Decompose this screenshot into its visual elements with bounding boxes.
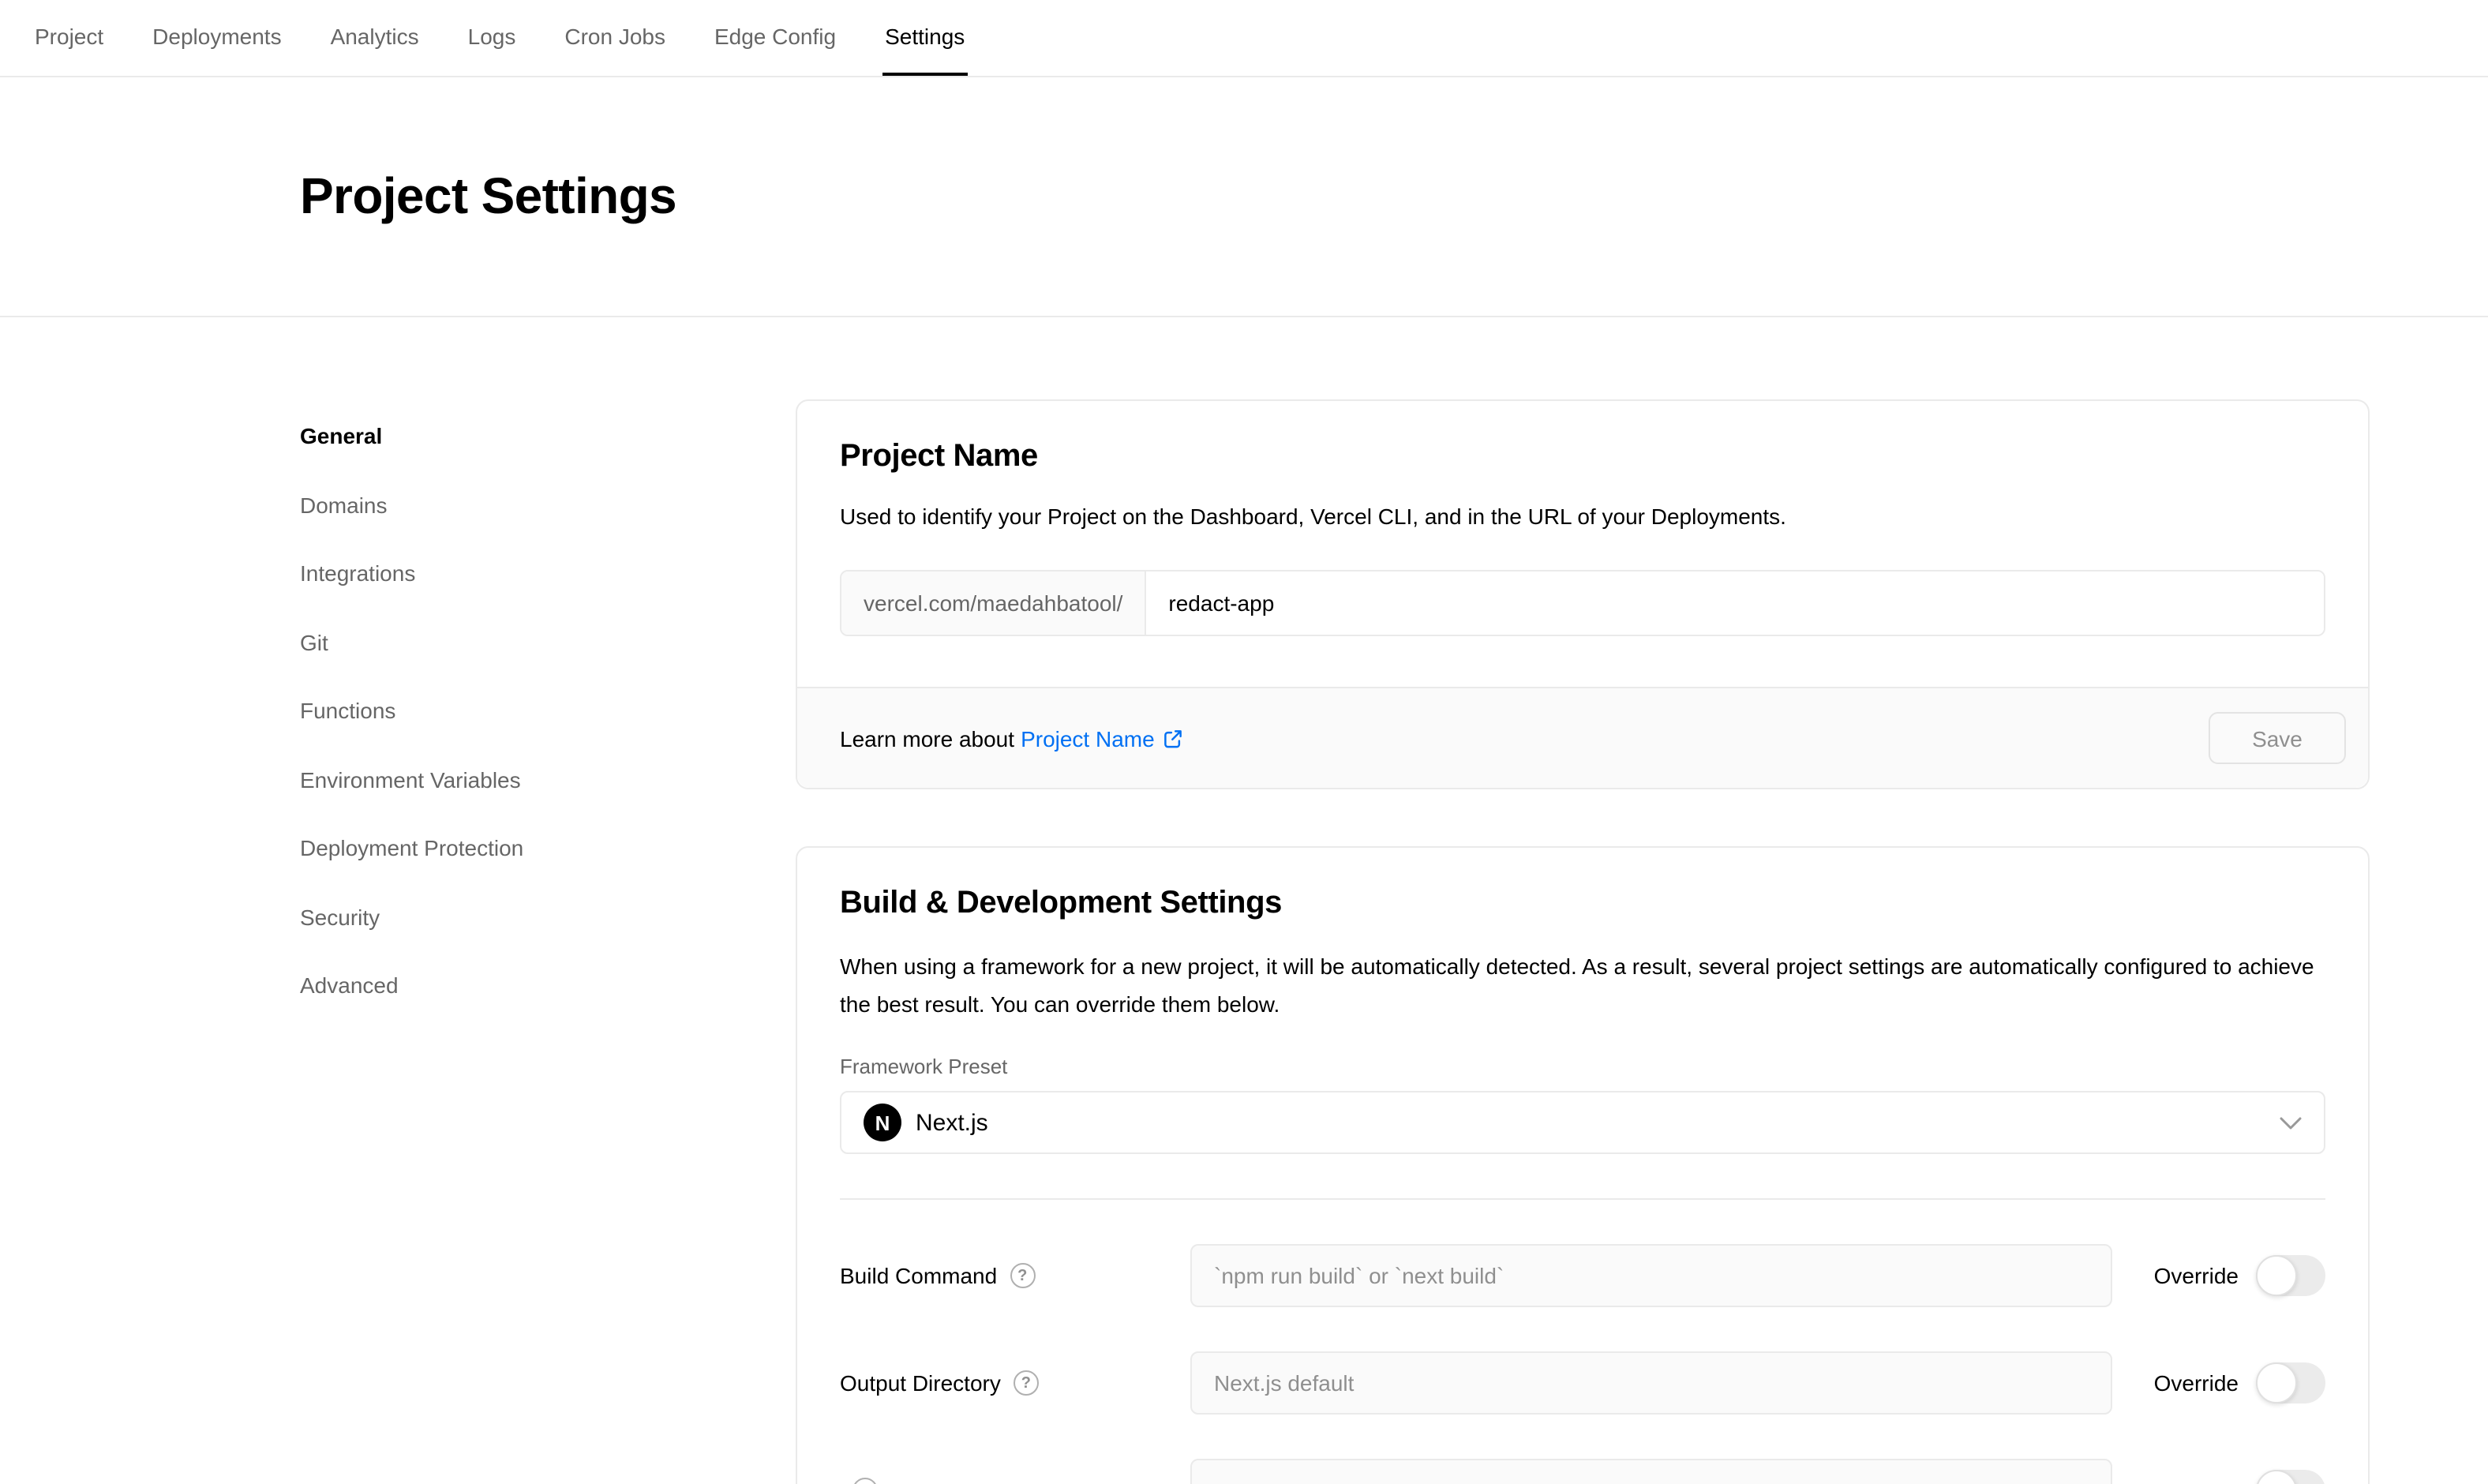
page-title: Project Settings [300, 167, 676, 226]
top-nav: Project Deployments Analytics Logs Cron … [0, 0, 2488, 77]
framework-preset-select[interactable]: N Next.js [840, 1091, 2325, 1154]
toggle-knob [2256, 1470, 2297, 1484]
project-name-title: Project Name [840, 439, 2325, 475]
content: General Domains Integrations Git Functio… [0, 317, 2488, 1484]
output-directory-input[interactable] [1190, 1351, 2112, 1415]
build-dev-settings-card: Build & Development Settings When using … [796, 846, 2370, 1484]
clipped-row-input[interactable] [1190, 1459, 2112, 1484]
sidebar-item-deployment-protection[interactable]: Deployment Protection [300, 830, 523, 865]
sidebar-item-domains[interactable]: Domains [300, 487, 388, 522]
external-link-icon [1163, 727, 1185, 749]
project-name-description: Used to identify your Project on the Das… [840, 500, 2325, 532]
learn-more-note: Learn more about Project Name [840, 725, 1185, 751]
build-settings-title: Build & Development Settings [840, 886, 2325, 922]
vercel-project-settings-page: Project Deployments Analytics Logs Cron … [0, 0, 2488, 1484]
sidebar-item-general[interactable]: General [300, 418, 382, 453]
project-name-doc-link[interactable]: Project Name [1021, 725, 1185, 751]
output-directory-label: Output Directory [840, 1370, 1001, 1396]
build-command-label: Build Command [840, 1263, 997, 1288]
build-command-row: Build Command ? Override [840, 1244, 2325, 1307]
chevron-down-icon [2280, 1115, 2302, 1130]
tab-deployments[interactable]: Deployments [149, 0, 284, 76]
output-directory-override-label: Override [2154, 1370, 2239, 1396]
learn-more-text: Learn more about [840, 725, 1014, 751]
output-directory-row: Output Directory ? Override [840, 1351, 2325, 1415]
settings-main: Project Name Used to identify your Proje… [796, 399, 2370, 1484]
project-name-input[interactable] [1146, 571, 2324, 635]
sidebar-item-git[interactable]: Git [300, 624, 328, 659]
toggle-knob [2256, 1362, 2297, 1403]
sidebar-item-environment-variables[interactable]: Environment Variables [300, 762, 521, 796]
tab-cron-jobs[interactable]: Cron Jobs [561, 0, 669, 76]
question-mark-icon[interactable]: ? [852, 1478, 878, 1484]
output-directory-override-toggle[interactable] [2256, 1362, 2325, 1403]
project-name-input-group: vercel.com/maedahbatool/ [840, 570, 2325, 636]
build-command-input[interactable] [1190, 1244, 2112, 1307]
settings-sidebar: General Domains Integrations Git Functio… [300, 399, 796, 1036]
question-mark-icon[interactable]: ? [1014, 1370, 1039, 1396]
project-name-url-prefix: vercel.com/maedahbatool/ [841, 571, 1146, 635]
build-command-override-toggle[interactable] [2256, 1255, 2325, 1296]
framework-preset-value: Next.js [916, 1109, 2265, 1136]
tab-logs[interactable]: Logs [465, 0, 519, 76]
clipped-row-override-toggle[interactable] [2256, 1470, 2325, 1484]
question-mark-icon[interactable]: ? [1010, 1263, 1035, 1288]
sidebar-item-integrations[interactable]: Integrations [300, 556, 415, 590]
sidebar-item-advanced[interactable]: Advanced [300, 968, 399, 1002]
nextjs-logo-icon: N [864, 1104, 901, 1141]
clipped-setting-row: ? [840, 1459, 2325, 1484]
sidebar-item-functions[interactable]: Functions [300, 693, 395, 728]
tab-edge-config[interactable]: Edge Config [711, 0, 839, 76]
build-command-override-label: Override [2154, 1263, 2239, 1288]
sidebar-item-security[interactable]: Security [300, 899, 380, 934]
toggle-knob [2256, 1255, 2297, 1296]
project-name-card-footer: Learn more about Project Name [797, 687, 2368, 788]
build-settings-description: When using a framework for a new project… [840, 947, 2324, 1023]
section-divider [840, 1198, 2325, 1200]
save-button[interactable]: Save [2209, 712, 2346, 764]
page-header: Project Settings [0, 77, 2488, 317]
project-name-card: Project Name Used to identify your Proje… [796, 399, 2370, 789]
tab-project[interactable]: Project [32, 0, 107, 76]
tab-analytics[interactable]: Analytics [328, 0, 422, 76]
framework-preset-label: Framework Preset [840, 1055, 2325, 1078]
tab-settings[interactable]: Settings [882, 0, 968, 76]
